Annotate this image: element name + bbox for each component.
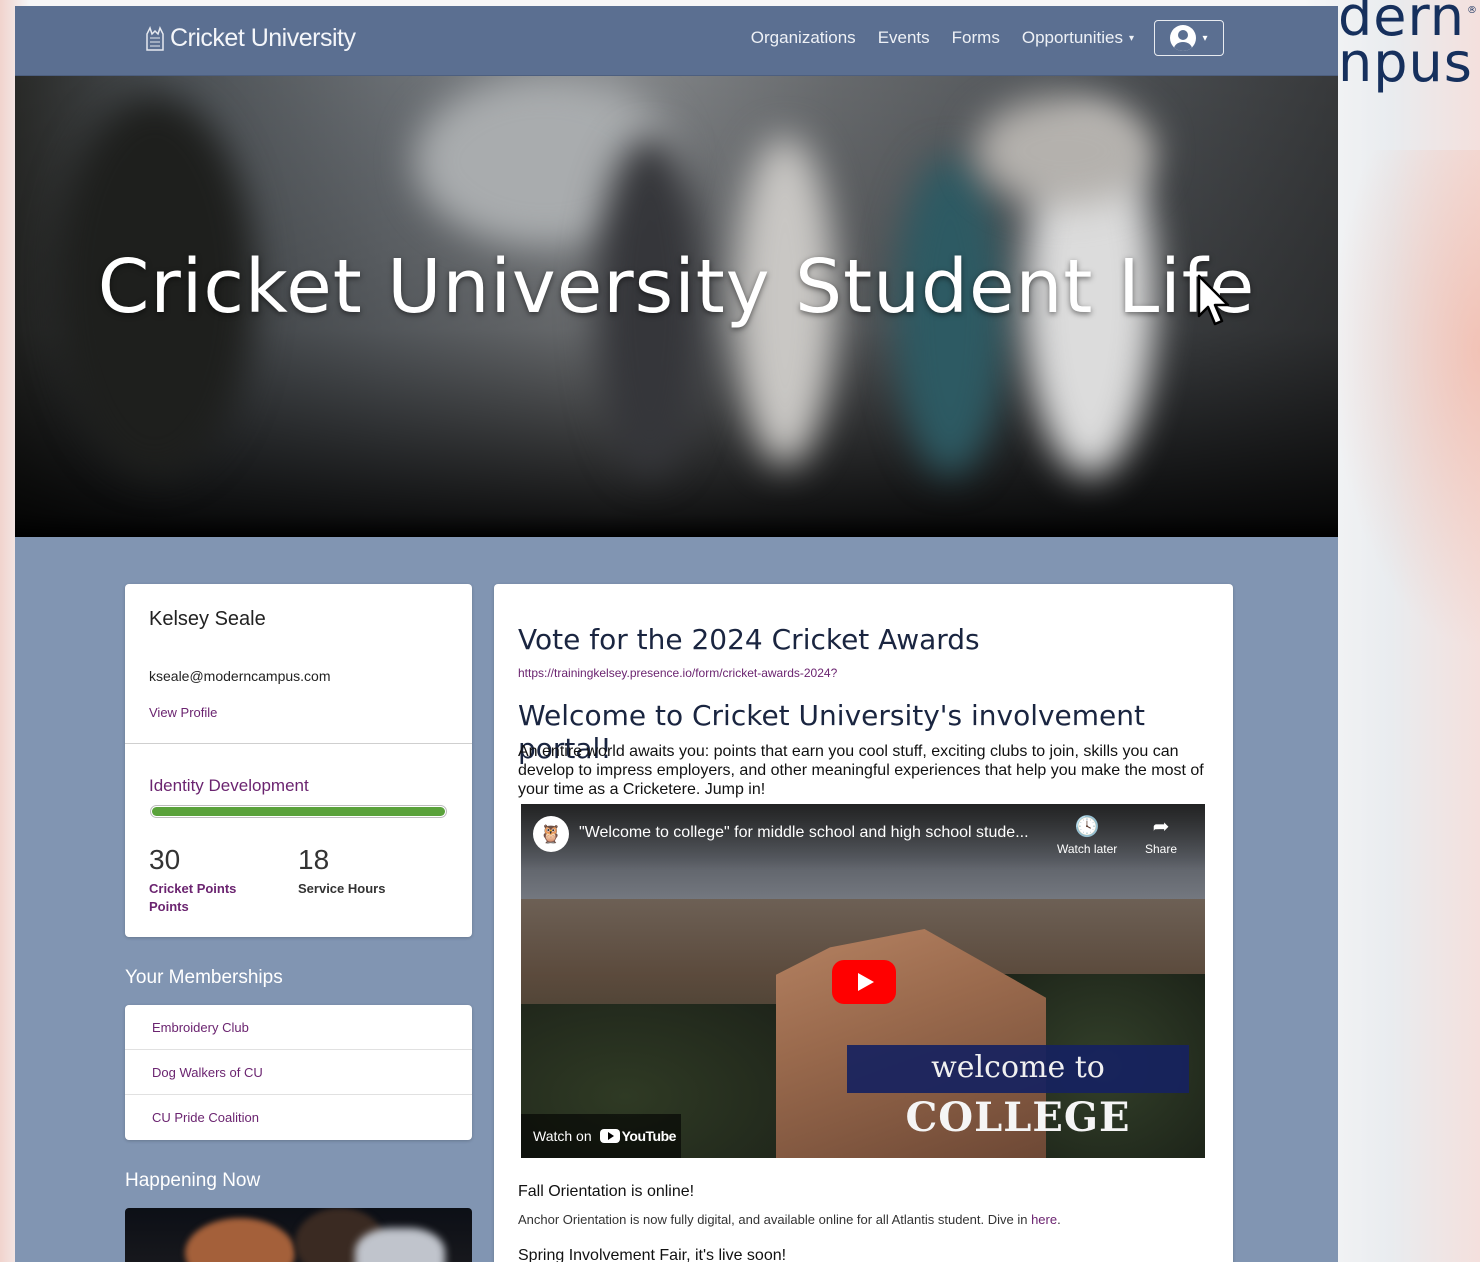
- nav-forms[interactable]: Forms: [952, 28, 1000, 48]
- nav-organizations[interactable]: Organizations: [751, 28, 856, 48]
- main-content-card: Vote for the 2024 Cricket Awards https:/…: [494, 584, 1233, 1262]
- hero-banner: Cricket University Student Life: [15, 76, 1338, 537]
- youtube-wordmark: YouTube: [621, 1128, 677, 1144]
- youtube-play-icon: [599, 1129, 620, 1143]
- post-body-text: Anchor Orientation is now fully digital,…: [518, 1212, 1028, 1227]
- membership-item[interactable]: CU Pride Coalition: [125, 1095, 472, 1140]
- mouse-pointer-icon: [1197, 274, 1230, 326]
- youtube-logo-icon: YouTube: [599, 1128, 677, 1144]
- brand-name: Cricket University: [170, 24, 356, 52]
- membership-item[interactable]: Embroidery Club: [125, 1005, 472, 1050]
- nav-events[interactable]: Events: [878, 28, 930, 48]
- happening-now-heading: Happening Now: [125, 1170, 261, 1191]
- watch-on-label: Watch on: [533, 1128, 592, 1144]
- user-menu-button[interactable]: ▾: [1154, 20, 1224, 56]
- memberships-heading: Your Memberships: [125, 967, 283, 988]
- post-body: Anchor Orientation is now fully digital,…: [518, 1212, 1061, 1227]
- nav-opportunities-label: Opportunities: [1021, 28, 1123, 47]
- watch-later-button[interactable]: 🕓 Watch later: [1057, 816, 1117, 856]
- service-hours-label: Service Hours: [298, 881, 386, 896]
- vote-heading: Vote for the 2024 Cricket Awards: [518, 623, 980, 656]
- cricket-points-value: 30: [149, 844, 181, 875]
- happening-now-event-image[interactable]: [125, 1208, 472, 1262]
- video-title[interactable]: "Welcome to college" for middle school a…: [579, 824, 1029, 842]
- profile-email: kseale@moderncampus.com: [149, 668, 331, 684]
- clock-icon: 🕓: [1074, 816, 1100, 838]
- channel-avatar-icon[interactable]: 🦉: [533, 816, 569, 852]
- top-navbar: Cricket University Organizations Events …: [15, 6, 1338, 76]
- view-profile-link[interactable]: View Profile: [149, 705, 217, 720]
- video-banner-line2: COLLEGE: [905, 1094, 1131, 1141]
- event-photo-shape: [185, 1218, 295, 1262]
- pathway-progress-fill: [152, 807, 445, 816]
- share-button[interactable]: ➦ Share: [1145, 816, 1177, 856]
- membership-item[interactable]: Dog Walkers of CU: [125, 1050, 472, 1095]
- profile-name: Kelsey Seale: [149, 608, 266, 630]
- pathway-link[interactable]: Identity Development: [149, 776, 309, 796]
- orientation-here-link[interactable]: here: [1031, 1212, 1057, 1227]
- profile-card: Kelsey Seale kseale@moderncampus.com Vie…: [125, 584, 472, 937]
- share-label: Share: [1145, 842, 1178, 856]
- service-hours-value: 18: [298, 844, 330, 875]
- play-button-icon[interactable]: [832, 960, 896, 1004]
- chevron-down-icon: ▾: [1202, 32, 1208, 44]
- post-title: Fall Orientation is online!: [518, 1183, 695, 1200]
- cricket-logo-icon: [146, 25, 164, 51]
- post-body-end: .: [1057, 1212, 1061, 1227]
- post-title: Spring Involvement Fair, it's live soon!: [518, 1247, 787, 1262]
- youtube-video-embed[interactable]: 🦉 "Welcome to college" for middle school…: [521, 804, 1205, 1158]
- hero-title: Cricket University Student Life: [97, 244, 1256, 330]
- brand-logo[interactable]: Cricket University: [143, 24, 356, 53]
- main-nav: Organizations Events Forms Opportunities…: [751, 28, 1134, 48]
- nav-opportunities[interactable]: Opportunities ▾: [1022, 28, 1134, 48]
- chevron-down-icon: ▾: [1128, 33, 1134, 44]
- video-banner-line1: welcome to: [931, 1050, 1105, 1085]
- intro-paragraph: An entire world awaits you: points that …: [518, 743, 1204, 798]
- portal-page: Cricket University Organizations Events …: [15, 6, 1338, 1262]
- modern-campus-logo-fragment: dern npus ®: [1338, 0, 1478, 94]
- card-divider: [125, 743, 472, 744]
- cricket-points-label: Cricket Points Points: [149, 881, 237, 914]
- watch-later-label: Watch later: [1057, 842, 1118, 856]
- share-arrow-icon: ➦: [1152, 816, 1170, 838]
- event-photo-shape: [355, 1228, 445, 1262]
- awards-form-link[interactable]: https://trainingkelsey.presence.io/form/…: [518, 666, 837, 680]
- watch-on-youtube-button[interactable]: Watch on YouTube: [521, 1114, 681, 1158]
- pathway-progress-bar: [150, 805, 447, 818]
- memberships-list: Embroidery Club Dog Walkers of CU CU Pri…: [125, 1005, 472, 1140]
- hero-photo-shape: [975, 96, 1155, 206]
- user-avatar-icon: [1170, 25, 1197, 51]
